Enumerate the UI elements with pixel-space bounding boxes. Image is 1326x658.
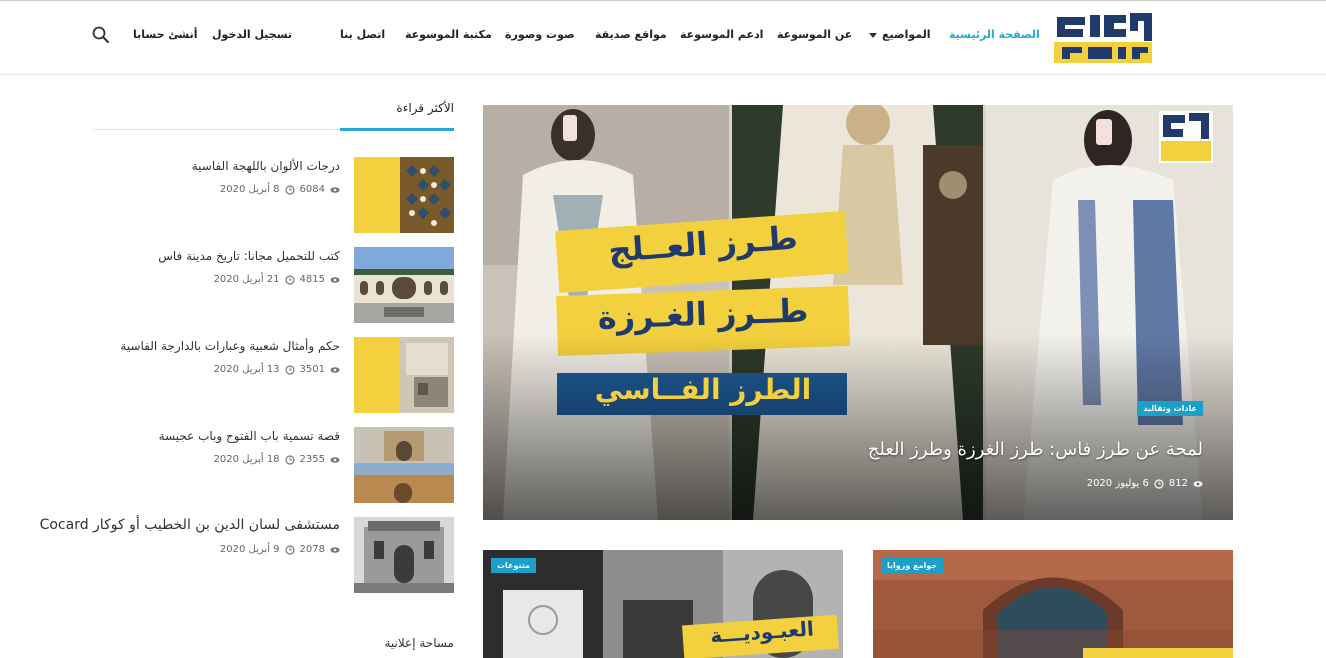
clock-icon [284, 454, 295, 465]
category-badge[interactable]: متنوعات [491, 558, 537, 573]
site-logo[interactable] [1052, 11, 1155, 65]
post-thumbnail[interactable] [354, 337, 454, 413]
post-card[interactable]: العبـوديـــة متنوعات [483, 550, 843, 658]
list-item[interactable]: حكم وأمثال شعبية وعبارات بالدارجة الفاسي… [93, 337, 454, 413]
views-count: 3501 [299, 364, 325, 375]
most-read-title: الأكثر قراءة [396, 101, 454, 115]
views-count: 6084 [299, 184, 325, 195]
eye-icon [330, 366, 340, 373]
post-meta: 2078 9 أبريل 2020 [220, 544, 340, 555]
post-date: 13 أبريل 2020 [213, 364, 280, 375]
post-date: 8 أبريل 2020 [219, 184, 280, 195]
nav-library[interactable]: مكتبة الموسوعة [405, 28, 492, 46]
post-date: 6 يوليوز 2020 [1086, 478, 1149, 489]
post-meta: 6084 8 أبريل 2020 [220, 184, 340, 195]
login-link[interactable]: تسجيل الدخول [212, 28, 292, 46]
nav-friend-sites[interactable]: مواقع صديقة [595, 28, 667, 46]
featured-post[interactable]: طـرز العــلج طــرز الغـرزة الطرز الفــاس… [483, 105, 1233, 520]
post-date: 21 أبريل 2020 [213, 274, 280, 285]
eye-icon [330, 546, 340, 553]
clock-icon [1154, 478, 1164, 489]
nav-topics[interactable]: المواضيع [869, 28, 931, 46]
banner-line-3: الطرز الفــاسي [594, 373, 812, 406]
search-icon[interactable] [91, 25, 111, 45]
views-count: 2355 [299, 454, 325, 465]
category-badge[interactable]: عادات وتقاليد [1137, 401, 1203, 416]
post-card[interactable]: جوامع وزوايا [873, 550, 1233, 658]
post-title[interactable]: قصة تسمية باب الفتوح وباب عجيسة [94, 429, 340, 443]
post-thumbnail[interactable] [354, 247, 454, 323]
chevron-down-icon [869, 32, 877, 38]
featured-title[interactable]: لمحة عن طرز فاس: طرز الغرزة وطرز العلج [868, 439, 1203, 460]
nav-contact[interactable]: اتصل بنا [340, 28, 385, 46]
views-count: 812 [1168, 478, 1188, 489]
eye-icon [1193, 480, 1203, 487]
post-date: 18 أبريل 2020 [213, 454, 280, 465]
eye-icon [330, 456, 340, 463]
clock-icon [284, 184, 295, 195]
list-item[interactable]: درجات الألوان باللهجة الفاسية 6084 8 أبر… [93, 157, 454, 233]
title-underline [340, 128, 454, 131]
views-count: 2078 [299, 544, 325, 555]
ad-space-title: مساحة إعلانية [384, 636, 454, 650]
post-date: 9 أبريل 2020 [219, 544, 280, 555]
eye-icon [330, 276, 340, 283]
clock-icon [284, 274, 295, 285]
post-title[interactable]: درجات الألوان باللهجة الفاسية [94, 159, 340, 173]
nav-audio-video[interactable]: صوت وصورة [505, 28, 575, 46]
nav-support[interactable]: ادعم الموسوعة [680, 28, 763, 46]
nav-topics-label: المواضيع [882, 28, 931, 41]
clock-icon [284, 364, 295, 375]
post-thumbnail[interactable] [354, 157, 454, 233]
nav-home[interactable]: الصفحة الرئيسية [949, 28, 1040, 46]
list-item[interactable]: كتب للتحميل مجانا: تاريخ مدينة فاس 4815 … [93, 247, 454, 323]
post-title[interactable]: حكم وأمثال شعبية وعبارات بالدارجة الفاسي… [94, 339, 340, 353]
post-meta: 4815 21 أبريل 2020 [214, 274, 340, 285]
post-thumbnail[interactable] [354, 517, 454, 593]
nav-about[interactable]: عن الموسوعة [777, 28, 852, 46]
featured-meta: 812 6 يوليوز 2020 [1087, 478, 1203, 489]
post-meta: 2355 18 أبريل 2020 [214, 454, 340, 465]
eye-icon [330, 186, 340, 193]
site-header: الصفحة الرئيسية المواضيع عن الموسوعة ادع… [0, 1, 1326, 75]
post-thumbnail[interactable] [354, 427, 454, 503]
post-meta: 3501 13 أبريل 2020 [214, 364, 340, 375]
clock-icon [284, 544, 295, 555]
post-title[interactable]: مستشفى لسان الدين بن الخطيب أو كوكار Coc… [40, 517, 340, 533]
views-count: 4815 [299, 274, 325, 285]
list-item[interactable]: قصة تسمية باب الفتوح وباب عجيسة 2355 18 … [93, 427, 454, 503]
list-item[interactable]: مستشفى لسان الدين بن الخطيب أو كوكار Coc… [40, 517, 454, 593]
register-link[interactable]: أنشئ حسابا [133, 28, 198, 46]
category-badge[interactable]: جوامع وزوايا [881, 558, 944, 573]
post-title[interactable]: كتب للتحميل مجانا: تاريخ مدينة فاس [94, 249, 340, 263]
